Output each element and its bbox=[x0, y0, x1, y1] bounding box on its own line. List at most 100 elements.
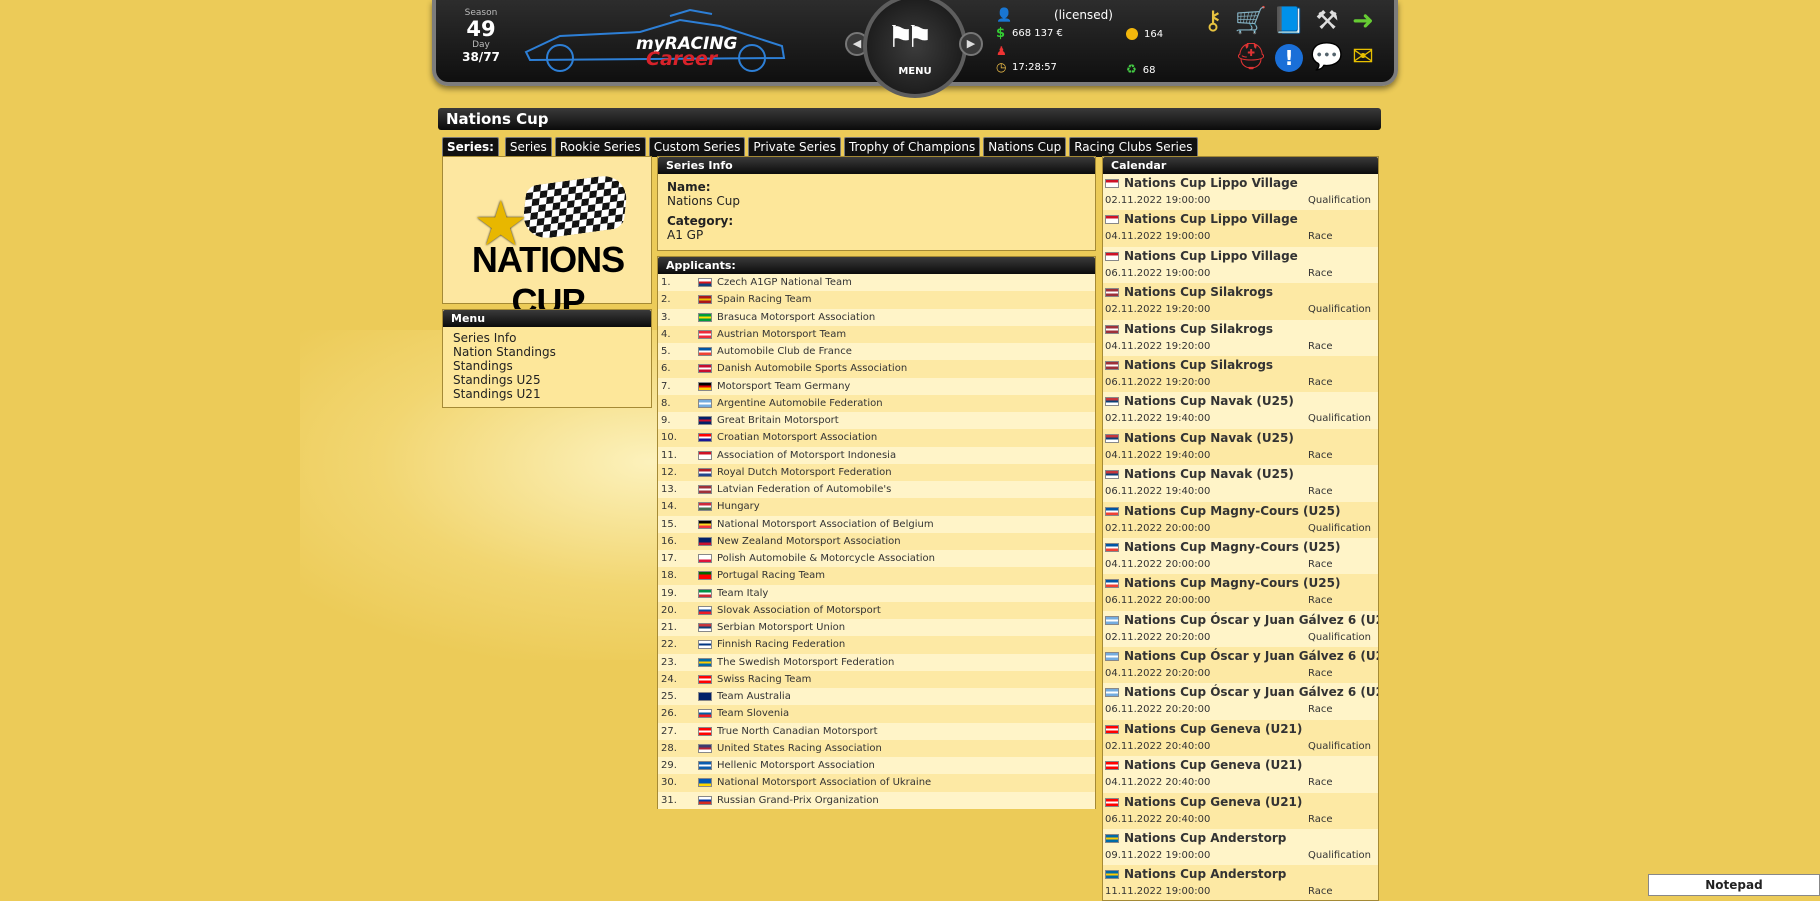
calendar-event-link[interactable]: Nations Cup Navak (U25) bbox=[1124, 431, 1294, 445]
calendar-event-link[interactable]: Nations Cup Geneva (U21) bbox=[1124, 758, 1302, 772]
menu-item-standings[interactable]: Standings bbox=[443, 359, 651, 373]
calendar-event-link[interactable]: Nations Cup Lippo Village bbox=[1124, 249, 1298, 263]
calendar-event-link[interactable]: Nations Cup Geneva (U21) bbox=[1124, 795, 1302, 809]
calendar-date: 06.11.2022 20:00:00 bbox=[1105, 595, 1211, 607]
applicants-panel: Applicants: 1. Czech A1GP National Team 2.… bbox=[657, 256, 1096, 809]
tab-private-series[interactable]: Private Series bbox=[748, 137, 841, 157]
applicant-name[interactable]: Portugal Racing Team bbox=[717, 567, 825, 584]
calendar-event-link[interactable]: Nations Cup Óscar y Juan Gálvez 6 (U21) bbox=[1124, 685, 1378, 699]
calendar-event-link[interactable]: Nations Cup Geneva (U21) bbox=[1124, 722, 1302, 736]
tab-rookie-series[interactable]: Rookie Series bbox=[554, 137, 646, 157]
applicant-name[interactable]: Association of Motorsport Indonesia bbox=[717, 447, 896, 464]
chat-icon[interactable]: 💬 bbox=[1310, 40, 1344, 74]
tab-racing-clubs-series[interactable]: Racing Clubs Series bbox=[1069, 137, 1198, 157]
applicant-name[interactable]: Latvian Federation of Automobile's bbox=[717, 481, 891, 498]
applicant-name[interactable]: Polish Automobile & Motorcycle Associati… bbox=[717, 550, 935, 567]
menu-item-series-info[interactable]: Series Info bbox=[443, 331, 651, 345]
flag-icon bbox=[1105, 433, 1119, 443]
menu-label: MENU bbox=[898, 66, 932, 77]
applicant-name[interactable]: Serbian Motorsport Union bbox=[717, 619, 845, 636]
menu-item-standings-u25[interactable]: Standings U25 bbox=[443, 373, 651, 387]
calendar-event-link[interactable]: Nations Cup Magny-Cours (U25) bbox=[1124, 576, 1340, 590]
menu-item-standings-u21[interactable]: Standings U21 bbox=[443, 387, 651, 401]
calendar-event-link[interactable]: Nations Cup Silakrogs bbox=[1124, 322, 1273, 336]
exit-icon[interactable]: ➜ bbox=[1346, 4, 1380, 38]
calendar-date: 04.11.2022 19:00:00 bbox=[1105, 231, 1211, 243]
flag-icon bbox=[698, 295, 712, 305]
applicant-name[interactable]: Croatian Motorsport Association bbox=[717, 429, 877, 446]
applicant-name[interactable]: Finnish Racing Federation bbox=[717, 636, 845, 653]
main-menu-button[interactable]: ⚑⚑ MENU bbox=[863, 0, 967, 98]
info-icon[interactable]: ! bbox=[1272, 40, 1306, 74]
calendar-event-link[interactable]: Nations Cup Óscar y Juan Gálvez 6 (U21) bbox=[1124, 649, 1378, 663]
applicant-name[interactable]: Team Australia bbox=[717, 688, 791, 705]
applicant-name[interactable]: Swiss Racing Team bbox=[717, 671, 811, 688]
applicant-name[interactable]: Team Italy bbox=[717, 585, 768, 602]
applicant-name[interactable]: Automobile Club de France bbox=[717, 343, 852, 360]
applicant-name[interactable]: National Motorsport Association of Belgi… bbox=[717, 516, 934, 533]
menu-next-arrow[interactable]: ▶ bbox=[959, 32, 983, 56]
applicant-name[interactable]: United States Racing Association bbox=[717, 740, 882, 757]
calendar-event-link[interactable]: Nations Cup Navak (U25) bbox=[1124, 394, 1294, 408]
applicant-name[interactable]: Brasuca Motorsport Association bbox=[717, 309, 875, 326]
applicant-name[interactable]: Austrian Motorsport Team bbox=[717, 326, 846, 343]
coins-stat: 164 bbox=[1126, 28, 1163, 40]
applicant-name[interactable]: Hungary bbox=[717, 498, 760, 515]
applicant-name[interactable]: Motorsport Team Germany bbox=[717, 378, 850, 395]
mail-icon[interactable]: ✉ bbox=[1346, 40, 1380, 74]
flag-icon bbox=[698, 433, 712, 443]
flag-icon bbox=[698, 364, 712, 374]
tab-series[interactable]: Series bbox=[504, 137, 552, 157]
cart-icon[interactable]: 🛒 bbox=[1234, 4, 1268, 38]
tools-icon[interactable]: ⚒ bbox=[1310, 4, 1344, 38]
calendar-event-link[interactable]: Nations Cup Lippo Village bbox=[1124, 176, 1298, 190]
calendar-date: 04.11.2022 19:40:00 bbox=[1105, 449, 1211, 461]
menu-title: Menu bbox=[443, 310, 651, 327]
menu-item-nation-standings[interactable]: Nation Standings bbox=[443, 345, 651, 359]
calendar-event-link[interactable]: Nations Cup Anderstorp bbox=[1124, 831, 1286, 845]
applicant-name[interactable]: Slovak Association of Motorsport bbox=[717, 602, 881, 619]
site-logo[interactable]: myRACING Career bbox=[520, 6, 810, 76]
applicant-name[interactable]: Argentine Automobile Federation bbox=[717, 395, 883, 412]
flag-icon bbox=[1105, 360, 1119, 370]
calendar-event-link[interactable]: Nations Cup Lippo Village bbox=[1124, 212, 1298, 226]
calendar-event-link[interactable]: Nations Cup Navak (U25) bbox=[1124, 467, 1294, 481]
calendar-date: 02.11.2022 19:20:00 bbox=[1105, 304, 1211, 316]
calendar-event-link[interactable]: Nations Cup Silakrogs bbox=[1124, 285, 1273, 299]
applicant-name[interactable]: The Swedish Motorsport Federation bbox=[717, 654, 894, 671]
applicant-name[interactable]: Russian Grand-Prix Organization bbox=[717, 792, 879, 809]
applicant-row: 20. Slovak Association of Motorsport bbox=[658, 601, 1095, 619]
applicant-name[interactable]: Danish Automobile Sports Association bbox=[717, 360, 907, 377]
tab-trophy-of-champions[interactable]: Trophy of Champions bbox=[843, 137, 981, 157]
flag-icon bbox=[1105, 288, 1119, 298]
applicant-name[interactable]: Great Britain Motorsport bbox=[717, 412, 839, 429]
keys-icon[interactable]: ⚷ bbox=[1196, 4, 1230, 38]
applicant-name[interactable]: New Zealand Motorsport Association bbox=[717, 533, 901, 550]
applicant-name[interactable]: Team Slovenia bbox=[717, 705, 789, 722]
checkered-flags-icon: ⚑⚑ bbox=[887, 20, 933, 55]
applicant-name[interactable]: Royal Dutch Motorsport Federation bbox=[717, 464, 892, 481]
season-value: 49 bbox=[466, 17, 496, 41]
tab-nations-cup[interactable]: Nations Cup bbox=[983, 137, 1067, 157]
series-menu: Menu Series Info Nation Standings Standi… bbox=[442, 309, 652, 408]
applicant-name[interactable]: Spain Racing Team bbox=[717, 291, 812, 308]
calendar-event-link[interactable]: Nations Cup Magny-Cours (U25) bbox=[1124, 540, 1340, 554]
applicant-name[interactable]: Hellenic Motorsport Association bbox=[717, 757, 875, 774]
flag-icon bbox=[1105, 724, 1119, 734]
series-logo-panel: ★ NATIONS CUP bbox=[442, 156, 652, 322]
helmet-icon[interactable]: ⛑ bbox=[1234, 40, 1268, 74]
applicant-name[interactable]: National Motorsport Association of Ukrai… bbox=[717, 774, 931, 791]
calendar-row: Nations Cup Navak (U25) 06.11.2022 19:40:… bbox=[1103, 465, 1378, 502]
tab-custom-series[interactable]: Custom Series bbox=[648, 137, 746, 157]
calendar-event-link[interactable]: Nations Cup Anderstorp bbox=[1124, 867, 1286, 881]
applicant-row: 6. Danish Automobile Sports Association bbox=[658, 360, 1095, 378]
book-icon[interactable]: 📘 bbox=[1272, 4, 1306, 38]
calendar-event-link[interactable]: Nations Cup Óscar y Juan Gálvez 6 (U21) bbox=[1124, 613, 1378, 627]
applicant-name[interactable]: Czech A1GP National Team bbox=[717, 274, 852, 291]
calendar-event-link[interactable]: Nations Cup Magny-Cours (U25) bbox=[1124, 504, 1340, 518]
applicant-rank: 6. bbox=[661, 363, 671, 375]
applicant-name[interactable]: True North Canadian Motorsport bbox=[717, 723, 878, 740]
calendar-event-link[interactable]: Nations Cup Silakrogs bbox=[1124, 358, 1273, 372]
applicant-row: 8. Argentine Automobile Federation bbox=[658, 394, 1095, 412]
notepad-button[interactable]: Notepad bbox=[1648, 874, 1820, 896]
